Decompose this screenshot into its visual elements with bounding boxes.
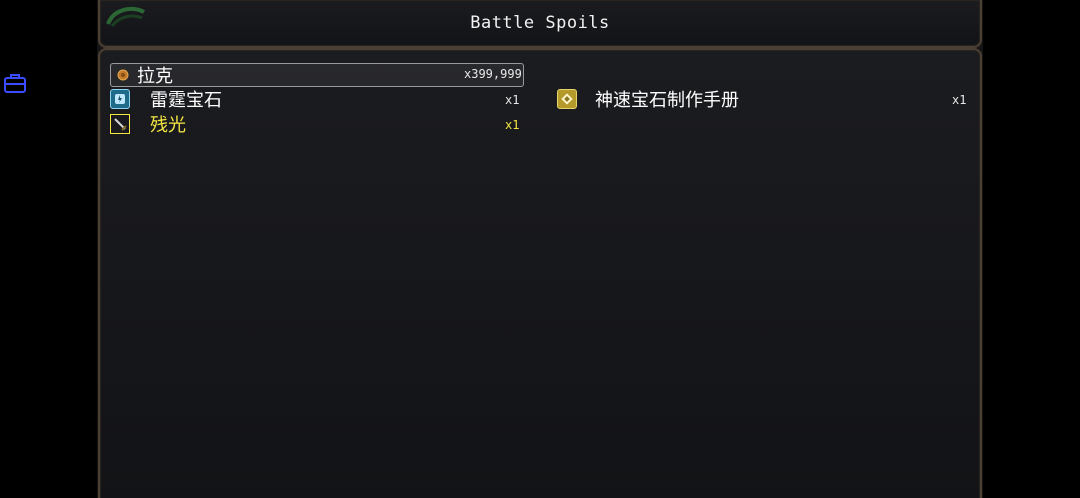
item-quantity: x1 [505,93,520,107]
item-quantity: x1 [505,118,520,132]
window-title: Battle Spoils [470,13,610,33]
item-name: 雷霆宝石 [150,90,222,111]
sword-icon [110,114,130,134]
briefcase-icon[interactable] [3,72,27,94]
list-item[interactable]: 残光 [110,112,186,136]
item-name: 拉克 [137,66,173,87]
thunder-gem-icon [110,89,130,109]
item-quantity: x1 [952,93,967,107]
title-window: Battle Spoils [98,0,982,48]
item-quantity: x399,999 [464,67,522,81]
list-item[interactable]: 神速宝石制作手册 [557,87,739,111]
manual-icon [557,89,577,109]
item-name: 神速宝石制作手册 [595,90,739,111]
coin-icon [117,69,129,81]
list-item[interactable]: 拉克 [117,63,173,87]
item-name: 残光 [150,115,186,136]
list-item[interactable]: 雷霆宝石 [110,87,222,111]
spoils-list-window [98,48,982,498]
